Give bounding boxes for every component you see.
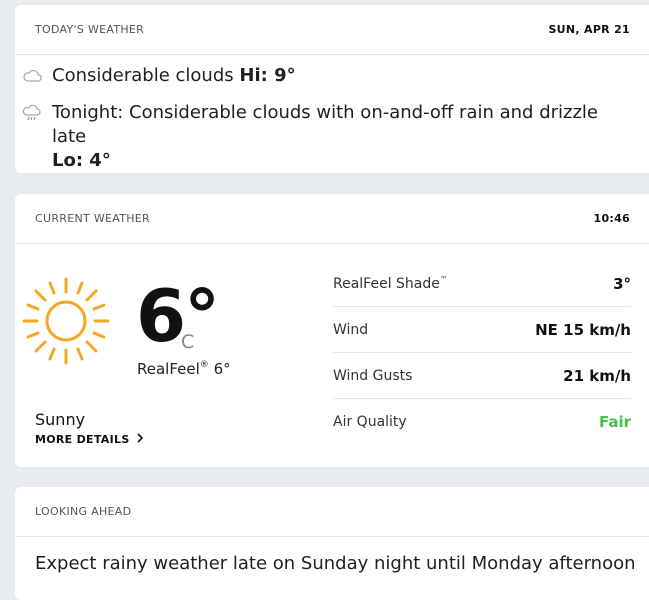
cloud-icon [20, 64, 44, 88]
current-weather-title: CURRENT WEATHER [35, 212, 150, 225]
today-hi-temp: Hi: 9° [239, 65, 296, 86]
realfeel-value: 6° [213, 360, 231, 378]
current-weather-header: CURRENT WEATHER 10:46 [15, 194, 649, 244]
looking-ahead-text: Expect rainy weather late on Sunday nigh… [35, 553, 636, 574]
realfeel-label: RealFeel [137, 360, 200, 378]
todays-weather-date: SUN, APR 21 [548, 23, 630, 36]
todays-weather-title: TODAY'S WEATHER [35, 23, 145, 36]
detail-realfeel-shade: RealFeel Shade™ 3° [333, 261, 631, 307]
detail-air-quality[interactable]: Air Quality Fair [333, 399, 631, 445]
today-night-phrase: Tonight: Considerable clouds with on-and… [52, 102, 599, 147]
sun-icon [20, 275, 112, 367]
realfeel: RealFeel® 6° [137, 360, 231, 378]
air-quality-value: Fair [598, 413, 631, 431]
todays-weather-header: TODAY'S WEATHER SUN, APR 21 [15, 5, 649, 55]
detail-value: NE 15 km/h [535, 320, 631, 339]
temperature-unit: C [181, 331, 195, 353]
today-day-forecast: Considerable clouds Hi: 9° [20, 64, 629, 88]
current-condition: Sunny [35, 410, 86, 429]
detail-wind: Wind NE 15 km/h [333, 307, 631, 353]
current-details-list: RealFeel Shade™ 3° Wind NE 15 km/h Wind … [333, 261, 631, 445]
detail-label: Wind [333, 321, 369, 338]
detail-label: RealFeel Shade [333, 276, 440, 292]
rain-cloud-icon [20, 101, 44, 125]
current-temperature: 6° [136, 274, 220, 358]
trademark-mark: ™ [439, 275, 448, 284]
chevron-right-icon [136, 432, 144, 446]
more-details-label: MORE DETAILS [35, 432, 130, 446]
looking-ahead-card[interactable]: LOOKING AHEAD [15, 487, 649, 600]
detail-wind-gusts: Wind Gusts 21 km/h [333, 353, 631, 399]
looking-ahead-title: LOOKING AHEAD [35, 505, 132, 518]
current-weather-time: 10:46 [593, 212, 630, 225]
detail-value: 3° [613, 274, 631, 293]
detail-value: 21 km/h [563, 366, 631, 385]
detail-label: Wind Gusts [333, 367, 413, 384]
looking-ahead-header: LOOKING AHEAD [15, 487, 649, 537]
today-lo-temp: Lo: 4° [52, 150, 111, 171]
detail-label: Air Quality [333, 414, 407, 430]
realfeel-registered-mark: ® [199, 360, 209, 370]
more-details-link[interactable]: MORE DETAILS [35, 432, 144, 446]
today-day-phrase: Considerable clouds [52, 65, 234, 86]
today-night-forecast: Tonight: Considerable clouds with on-and… [20, 101, 629, 173]
